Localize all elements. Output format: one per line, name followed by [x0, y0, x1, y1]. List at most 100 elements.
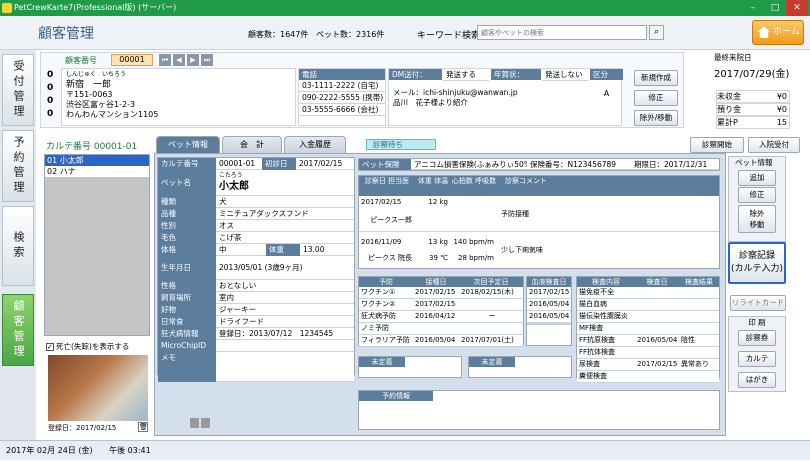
page-title: 顧客管理	[38, 26, 94, 42]
test-row: MF検査	[577, 323, 719, 335]
home-button[interactable]: ホーム	[752, 20, 804, 45]
print-karte-button[interactable]: カルテ	[738, 351, 776, 367]
status-bar: 2017年 02月 24日 (金) 午後 03:41	[0, 440, 810, 460]
next-record-icon[interactable]: ▶	[187, 54, 199, 66]
prev-record-icon[interactable]: ◀	[173, 54, 185, 66]
nenga-value: 発送しない	[542, 69, 588, 81]
edit-pet-button[interactable]: 修正	[738, 187, 776, 203]
nav-reception[interactable]: 受付管理	[2, 54, 34, 126]
print-group: 印 刷 診察券 カルテ はがき	[728, 316, 786, 392]
new-customer-button[interactable]: 新規作成	[634, 70, 678, 86]
tab-payment-history[interactable]: 入金履歴	[284, 136, 346, 153]
customer-kana: しんじゅく いちろう	[66, 71, 127, 78]
insurance-row: ペット保険 アニコム損害保険(ふぁみりぃ50%) 保険番号：N123456789…	[358, 158, 720, 171]
pet-info-label: ペット情報	[735, 158, 773, 167]
prevention-row: ワクチン② 2017/02/15	[359, 299, 523, 311]
app-icon	[2, 3, 12, 13]
exam-row[interactable]: 2017/02/15 ピークス一郎 12 kg 予防接種	[359, 196, 719, 232]
rewrite-card-button[interactable]: リライトカード	[730, 295, 786, 311]
customer-address-box: しんじゅく いちろう 新宿 一郎 〒151-0063 渋谷区富ヶ谷1-2-3 わ…	[61, 68, 296, 126]
customer-address2: わんわんマンション1105	[66, 110, 159, 119]
title-bar: PetCrewKarte7(Professional版) (サーバー) – □ …	[0, 0, 810, 16]
tab-accounting[interactable]: 会 計	[222, 136, 282, 153]
print-label: 印 刷	[748, 318, 766, 327]
record-nav[interactable]: ⏮ ◀ ▶ ⏭	[159, 54, 215, 66]
first-record-icon[interactable]: ⏮	[159, 54, 171, 66]
kubun-label: 区分	[590, 69, 623, 80]
blood-test-table: 血液検査日 2017/02/15 2016/05/04 2016/05/04	[526, 276, 572, 346]
home-label: ホーム	[773, 27, 800, 37]
exam-table[interactable]: 診察日 担当医 体重 体温 心拍数 呼吸数 診察コメント 2017/02/15 ピ…	[358, 175, 720, 269]
minimize-button[interactable]: –	[742, 0, 764, 16]
pet-list-item[interactable]: 02 ハナ	[45, 166, 149, 177]
dm-label: DM送付：	[389, 69, 442, 80]
maximize-button[interactable]: □	[764, 0, 786, 16]
prevention-row: 狂犬病予防 2016/04/12 ー	[359, 311, 523, 323]
test-row: 猫伝染性腹膜炎	[577, 311, 719, 323]
exclude-pet-button[interactable]: 除外 移動	[738, 205, 776, 233]
birthday-value: 2013/05/01 (3歳9ヶ月)	[216, 256, 354, 280]
search-input[interactable]	[477, 25, 647, 40]
nav-customer[interactable]: 顧客管理	[2, 294, 34, 366]
last-record-icon[interactable]: ⏭	[201, 54, 213, 66]
page-icon[interactable]	[201, 418, 210, 428]
header: 顧客管理 顧客数：1647件 ペット数：2316件 キーワード検索 ⌕ ホーム	[0, 16, 810, 50]
insurance-label: ペット保険	[359, 159, 411, 170]
checkbox-icon[interactable]: ✓	[46, 343, 54, 351]
nav-search[interactable]: 検索	[2, 206, 34, 286]
trash-icon[interactable]: 🗑	[138, 422, 148, 432]
phone-label: 電話	[299, 69, 385, 80]
close-button[interactable]: ✕	[786, 0, 808, 16]
print-ticket-button[interactable]: 診察券	[738, 330, 776, 346]
medical-record-button[interactable]: 診察記録 (カルテ入力)	[728, 242, 786, 284]
customer-count: 顧客数：1647件	[248, 30, 309, 39]
pet-list-item[interactable]: 01 小太郎	[45, 155, 149, 166]
dm-box: DM送付： 発送する 年賀状： 発送しない 区分 A メール：ichi-shin…	[388, 68, 623, 126]
edit-customer-button[interactable]: 修正	[634, 90, 678, 106]
photo-date: 登録日：2017/02/15	[48, 424, 117, 432]
status-date: 2017年 02月 24日 (金)	[6, 446, 93, 455]
dm-value: 発送する	[443, 69, 489, 81]
insurance-expire: 期限日：2017/12/31	[631, 159, 719, 170]
tests-table: 検査内容 検査日 検査結果 猫免疫不全 猫白血病 猫伝染性腹膜炎 MF検査 FF抗原…	[576, 276, 720, 383]
test-row: 猫白血病	[577, 299, 719, 311]
pet-list[interactable]: 01 小太郎 02 ハナ	[44, 154, 150, 336]
admit-button[interactable]: 入院受付	[748, 137, 800, 153]
nav-reservation[interactable]: 予約管理	[2, 130, 34, 202]
show-dead-toggle[interactable]: ✓ 死亡(失踪)を表示する	[46, 341, 129, 352]
test-row: FF抗原検査 2016/05/04 陰性	[577, 335, 719, 347]
balance-table: 未収金 ¥0 預り金 ¥0 累計P 15	[716, 90, 790, 129]
undefined-box-1: 未定義	[358, 356, 462, 378]
pet-photo	[48, 355, 148, 421]
customer-zip: 〒151-0063	[66, 90, 113, 99]
customer-name: 新宿 一郎	[66, 80, 112, 90]
customer-number-label: 顧客番号	[65, 56, 97, 65]
window-title: PetCrewKarte7(Professional版) (サーバー)	[14, 3, 177, 12]
status-chip: 診察待ち	[366, 139, 436, 150]
add-pet-button[interactable]: 追加	[738, 170, 776, 186]
nenga-label: 年賀状：	[491, 69, 541, 80]
search-icon[interactable]: ⌕	[649, 25, 664, 40]
karte-number-value: 00001-01	[216, 158, 262, 170]
last-visit-date: 2017/07/29(金)	[714, 69, 790, 80]
pet-action-group: ペット情報 追加 修正 除外 移動	[728, 156, 786, 242]
start-exam-button[interactable]: 診察開始	[690, 137, 744, 153]
test-row: 糞便検査	[577, 371, 719, 383]
keyword-label: キーワード検索	[417, 31, 481, 41]
test-row: 猫免疫不全	[577, 287, 719, 299]
exam-row[interactable]: 2016/11/09 ピークス 院長 13 kg 39 ℃ 140 bpm/m 28 …	[359, 232, 719, 268]
first-visit-date: 2017/02/15	[296, 158, 354, 170]
phone-2: 090-2222-5555 (携帯)	[299, 92, 385, 104]
exclude-customer-button[interactable]: 除外/移動	[634, 110, 678, 126]
weight-value: 13.00	[300, 244, 354, 256]
test-row: 尿検査 2017/02/15 異常あり	[577, 359, 719, 371]
undefined-box-2: 未定義	[468, 356, 572, 378]
pet-name: 小太郎	[219, 181, 249, 192]
reservation-box: 予約情報	[358, 390, 720, 430]
phone-box: 電話 03-1111-2222 (自宅) 090-2222-5555 (携帯) …	[298, 68, 386, 126]
page-icon[interactable]	[190, 418, 199, 428]
tab-pet-info[interactable]: ペット情報	[156, 136, 220, 153]
home-icon	[758, 26, 770, 38]
kubun-value: A	[603, 89, 610, 98]
print-postcard-button[interactable]: はがき	[738, 372, 776, 388]
